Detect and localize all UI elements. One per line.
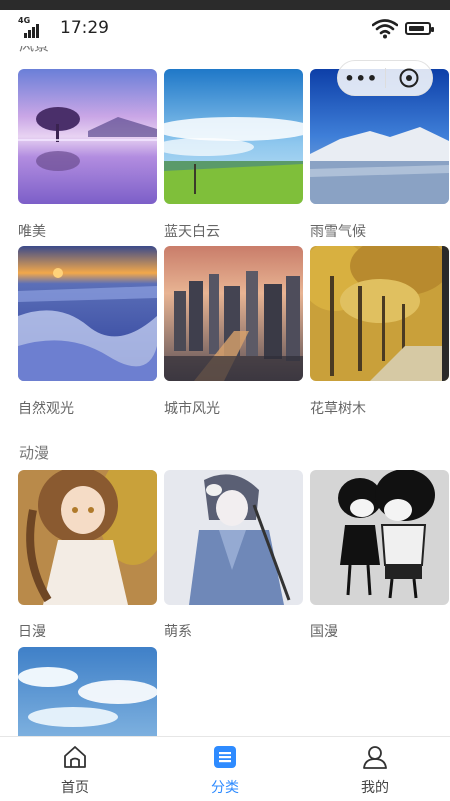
- city-skyline-image: [164, 246, 303, 381]
- category-tile-aesthetic[interactable]: [18, 69, 157, 204]
- category-label-cute: 萌系: [164, 624, 192, 640]
- category-tile-cute[interactable]: [164, 470, 303, 605]
- cellular-signal-icon: 4G: [18, 16, 46, 40]
- category-tile-chinese-anime[interactable]: [310, 470, 449, 605]
- category-label-plants: 花草树木: [310, 401, 366, 417]
- section-title-anime: 动漫: [19, 444, 50, 462]
- mini-program-capsule: •••: [337, 60, 433, 96]
- aesthetic-tree-image: [18, 69, 157, 204]
- category-label-rain-snow: 雨雪气候: [310, 224, 366, 240]
- close-circle-icon: [399, 68, 419, 88]
- category-list-icon: [214, 746, 236, 768]
- category-scroll-view[interactable]: 风景 唯美: [0, 46, 450, 736]
- category-label-aesthetic: 唯美: [18, 224, 46, 240]
- category-tile-anime-4[interactable]: [18, 647, 157, 736]
- tab-mine-label: 我的: [361, 780, 389, 796]
- user-icon: [363, 746, 387, 769]
- category-label-blue-sky: 蓝天白云: [164, 224, 220, 240]
- section-title-scenery: 风景: [19, 46, 49, 55]
- tab-category[interactable]: 分类: [150, 737, 300, 801]
- category-tile-nature[interactable]: [18, 246, 157, 381]
- anime-boy-image: [164, 470, 303, 605]
- anime-sky-clouds-image: [18, 647, 157, 736]
- tab-home-label: 首页: [61, 780, 89, 796]
- battery-icon: [405, 22, 434, 35]
- category-label-city: 城市风光: [164, 401, 220, 417]
- anime-girl-image: [18, 470, 157, 605]
- tab-category-label: 分类: [211, 780, 239, 796]
- bottom-tab-bar: 首页 分类 我的: [0, 736, 450, 800]
- wifi-icon: [372, 19, 398, 39]
- category-label-nature: 自然观光: [18, 401, 74, 417]
- blue-sky-image: [164, 69, 303, 204]
- close-button[interactable]: [385, 67, 432, 89]
- tab-mine[interactable]: 我的: [300, 737, 450, 801]
- more-button[interactable]: •••: [338, 69, 385, 88]
- cartoon-couple-image: [310, 470, 449, 605]
- category-label-chinese-anime: 国漫: [310, 624, 338, 640]
- category-label-japanese-anime: 日漫: [18, 624, 46, 640]
- category-tile-blue-sky[interactable]: [164, 69, 303, 204]
- status-time: 17:29: [60, 18, 109, 38]
- category-tile-plants[interactable]: [310, 246, 449, 381]
- category-tile-city[interactable]: [164, 246, 303, 381]
- category-tile-japanese-anime[interactable]: [18, 470, 157, 605]
- status-bar: 4G 17:29: [0, 10, 450, 46]
- home-icon: [64, 746, 86, 768]
- device-frame-top: [0, 0, 450, 10]
- sunset-sea-image: [18, 246, 157, 381]
- tab-home[interactable]: 首页: [0, 737, 150, 801]
- network-type: 4G: [18, 16, 31, 25]
- autumn-trees-image: [310, 246, 449, 381]
